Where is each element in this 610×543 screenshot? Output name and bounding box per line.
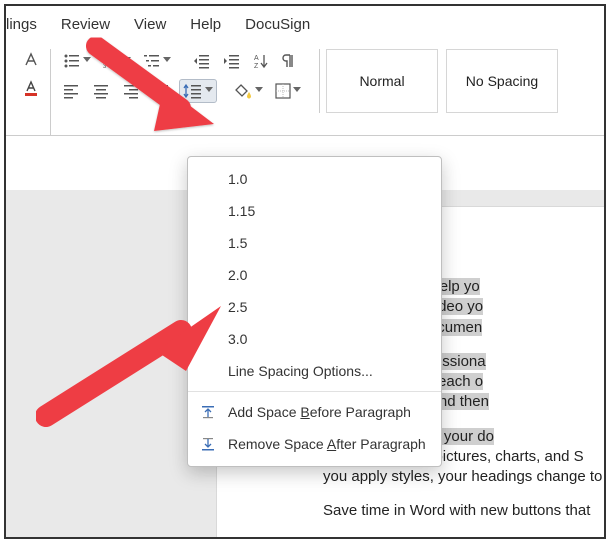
spacing-option-3.0[interactable]: 3.0	[188, 323, 441, 355]
tab-help[interactable]: Help	[190, 16, 221, 33]
tab-mailings-partial[interactable]: lings	[6, 16, 37, 33]
menu-label: Remove Space	[228, 436, 327, 452]
menu-label: efore Paragraph	[310, 404, 411, 420]
increase-indent-button[interactable]	[219, 49, 245, 73]
spacing-option-2.5[interactable]: 2.5	[188, 291, 441, 323]
chevron-down-icon	[83, 57, 91, 65]
paragraph-group-label: Para	[59, 109, 305, 131]
ribbon: 123 AZ	[6, 43, 604, 136]
borders-button[interactable]	[271, 79, 305, 103]
spacing-option-1.5[interactable]: 1.5	[188, 227, 441, 259]
justify-button[interactable]	[149, 79, 175, 103]
align-center-button[interactable]	[89, 79, 115, 103]
sort-button[interactable]: AZ	[249, 49, 273, 73]
styles-gallery: Normal No Spacing	[319, 49, 558, 113]
spacing-options[interactable]: Line Spacing Options...	[188, 355, 441, 387]
align-right-button[interactable]	[119, 79, 145, 103]
svg-text:A: A	[254, 55, 259, 62]
doc-text: you apply styles, your headings change t…	[323, 468, 602, 485]
remove-space-after-icon	[198, 434, 218, 454]
paragraph-group: 123 AZ	[50, 49, 313, 135]
accelerator: A	[327, 436, 336, 452]
menu-label: Add Space	[228, 404, 300, 420]
numbering-button[interactable]: 123	[99, 49, 135, 73]
bullets-button[interactable]	[59, 49, 95, 73]
show-paragraph-marks-button[interactable]	[277, 49, 299, 73]
ribbon-font-fragment	[12, 49, 50, 99]
svg-text:Z: Z	[254, 63, 259, 69]
font-color-icon[interactable]	[18, 77, 44, 99]
chevron-down-icon	[205, 87, 213, 95]
spacing-option-1.15[interactable]: 1.15	[188, 195, 441, 227]
add-space-before[interactable]: Add Space Before Paragraph	[188, 396, 441, 428]
svg-text:3: 3	[103, 64, 107, 69]
shading-button[interactable]	[231, 79, 267, 103]
chevron-down-icon	[163, 57, 171, 65]
tab-review[interactable]: Review	[61, 16, 110, 33]
style-no-spacing[interactable]: No Spacing	[446, 49, 558, 113]
chevron-down-icon	[123, 57, 131, 65]
spacing-option-1.0[interactable]: 1.0	[188, 163, 441, 195]
menu-label: fter Paragraph	[336, 436, 426, 452]
add-space-before-icon	[198, 402, 218, 422]
tab-view[interactable]: View	[134, 16, 166, 33]
decrease-indent-button[interactable]	[189, 49, 215, 73]
multilevel-list-button[interactable]	[139, 49, 175, 73]
tab-docusign[interactable]: DocuSign	[245, 16, 310, 33]
align-left-button[interactable]	[59, 79, 85, 103]
chevron-down-icon	[255, 87, 263, 95]
line-spacing-button[interactable]	[179, 79, 217, 103]
accelerator: B	[300, 404, 309, 420]
chevron-down-icon	[293, 87, 301, 95]
menu-separator	[188, 391, 441, 392]
doc-text: Save time in Word with new buttons that	[323, 502, 590, 519]
ribbon-tabs: lings Review View Help DocuSign	[6, 6, 604, 43]
remove-space-after[interactable]: Remove Space After Paragraph	[188, 428, 441, 460]
line-spacing-menu: 1.0 1.15 1.5 2.0 2.5 3.0 Line Spacing Op…	[187, 156, 442, 467]
style-normal[interactable]: Normal	[326, 49, 438, 113]
spacing-option-2.0[interactable]: 2.0	[188, 259, 441, 291]
text-effects-icon[interactable]	[18, 49, 44, 71]
